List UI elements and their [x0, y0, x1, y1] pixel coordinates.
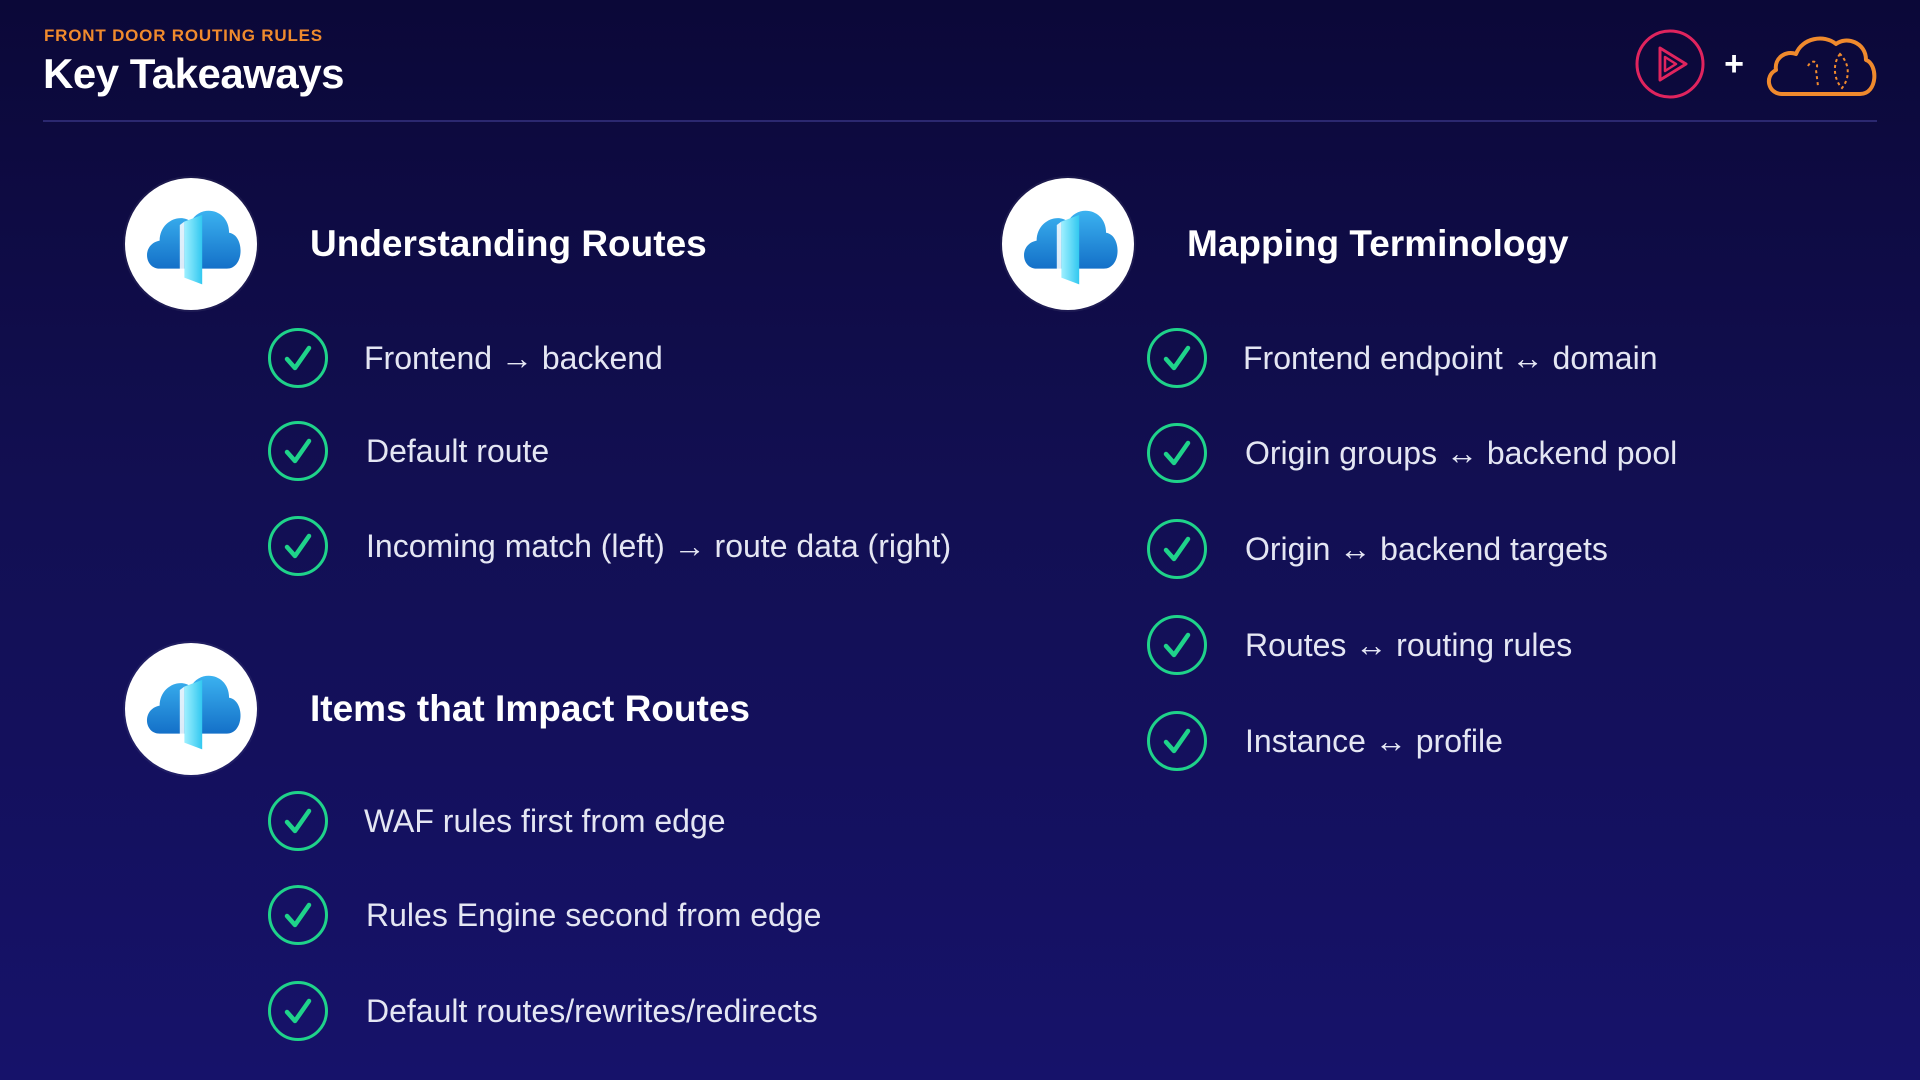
section-title: Understanding Routes: [310, 223, 707, 264]
list-item-label: Default routes/rewrites/redirects: [366, 992, 818, 1029]
section-icon-circle: [125, 643, 257, 775]
list-item: Default route: [268, 418, 549, 484]
list-item-label: Origin groups ↔ backend pool: [1245, 434, 1678, 471]
list-item-label: Default route: [366, 432, 550, 469]
list-item: Frontend endpoint ↔ domain: [1147, 325, 1657, 391]
list-item-label: Routes ↔ routing rules: [1245, 626, 1573, 663]
list-item-label: Rules Engine second from edge: [366, 896, 822, 933]
check-circle-icon: [268, 791, 328, 851]
list-item: Incoming match (left) → route data (righ…: [268, 513, 951, 579]
brand-logos: +: [1634, 28, 1880, 100]
list-item: Frontend → backend: [268, 325, 663, 391]
check-circle-icon: [1147, 519, 1207, 579]
list-item: Rules Engine second from edge: [268, 882, 821, 948]
list-item-label: Incoming match (left) → route data (righ…: [366, 527, 952, 564]
check-circle-icon: [1147, 328, 1207, 388]
section-title: Mapping Terminology: [1187, 223, 1569, 264]
list-item-label: Frontend → backend: [364, 339, 663, 376]
pluralsight-logo-icon: [1635, 29, 1705, 99]
check-circle-icon: [268, 421, 328, 481]
azure-front-door-icon: [135, 653, 247, 765]
plus-sign: +: [1724, 45, 1744, 83]
list-item: WAF rules first from edge: [268, 788, 726, 854]
eyebrow-label: FRONT DOOR ROUTING RULES: [44, 26, 323, 45]
list-item-label: Origin ↔ backend targets: [1245, 530, 1608, 567]
list-item: Default routes/rewrites/redirects: [268, 978, 818, 1044]
header-divider: [43, 120, 1877, 122]
azure-front-door-icon: [135, 188, 247, 300]
check-circle-icon: [268, 328, 328, 388]
check-circle-icon: [268, 885, 328, 945]
check-circle-icon: [1147, 423, 1207, 483]
list-item-label: WAF rules first from edge: [364, 802, 726, 839]
list-item: Routes ↔ routing rules: [1147, 612, 1572, 678]
azure-front-door-icon: [1012, 188, 1124, 300]
section-icon-circle: [125, 178, 257, 310]
list-item: Origin ↔ backend targets: [1147, 516, 1608, 582]
check-circle-icon: [1147, 711, 1207, 771]
section-items-impact-routes: Items that Impact Routes: [125, 643, 750, 775]
list-item: Origin groups ↔ backend pool: [1147, 420, 1677, 486]
acg-cloud-logo-icon: [1766, 36, 1877, 96]
section-icon-circle: [1002, 178, 1134, 310]
section-title: Items that Impact Routes: [310, 688, 750, 729]
check-circle-icon: [268, 981, 328, 1041]
list-item: Instance ↔ profile: [1147, 708, 1503, 774]
list-item-label: Instance ↔ profile: [1245, 722, 1503, 759]
section-mapping-terminology: Mapping Terminology: [1002, 178, 1569, 310]
list-item-label: Frontend endpoint ↔ domain: [1243, 339, 1658, 376]
check-circle-icon: [268, 516, 328, 576]
section-understanding-routes: Understanding Routes: [125, 178, 707, 310]
check-circle-icon: [1147, 615, 1207, 675]
page-title: Key Takeaways: [43, 50, 344, 97]
